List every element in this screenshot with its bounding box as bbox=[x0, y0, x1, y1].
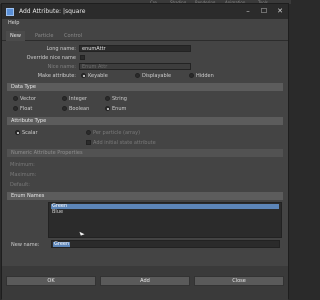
button-bar: OK Add Close bbox=[2, 266, 288, 300]
enum-names-section[interactable]: Enum Names bbox=[7, 192, 283, 200]
per-particle-label: Per particle (array) bbox=[93, 130, 141, 136]
scalar-radio[interactable] bbox=[15, 130, 20, 135]
float-radio[interactable] bbox=[13, 106, 18, 111]
enum-list-item[interactable]: Blue bbox=[51, 210, 279, 215]
menu-bar: Help bbox=[2, 19, 288, 28]
data-type-section[interactable]: Data Type bbox=[7, 83, 283, 91]
displayable-label: Displayable bbox=[142, 73, 172, 79]
keyable-label: Keyable bbox=[88, 73, 108, 79]
title-bar[interactable]: Add Attribute: |square – ☐ ✕ bbox=[2, 4, 288, 19]
long-name-field[interactable]: enumAttr bbox=[79, 45, 191, 52]
boolean-radio[interactable] bbox=[62, 106, 67, 111]
tab-particle[interactable]: Particle bbox=[35, 31, 53, 41]
vector-label: Vector bbox=[20, 96, 36, 102]
make-attribute-label: Make attribute: bbox=[37, 73, 76, 79]
add-attribute-dialog: Add Attribute: |square – ☐ ✕ Help New Pa… bbox=[1, 3, 289, 300]
menu-help[interactable]: Help bbox=[8, 20, 19, 26]
nice-name-field[interactable]: Enum Attr bbox=[79, 63, 191, 70]
float-label: Float bbox=[20, 106, 33, 112]
default-label: Default: bbox=[10, 182, 30, 188]
close-icon[interactable]: ✕ bbox=[272, 5, 288, 17]
string-radio[interactable] bbox=[105, 96, 110, 101]
displayable-radio[interactable] bbox=[135, 73, 140, 78]
window-title: Add Attribute: |square bbox=[19, 8, 86, 15]
keyable-radio[interactable] bbox=[81, 73, 86, 78]
enum-list-item[interactable]: Green bbox=[51, 204, 279, 209]
add-initial-state-label: Add initial state attribute bbox=[93, 140, 156, 146]
string-label: String bbox=[112, 96, 127, 102]
new-name-field[interactable]: Green bbox=[51, 240, 280, 248]
ok-button[interactable]: OK bbox=[6, 276, 96, 286]
tab-bar: New Particle Control bbox=[2, 31, 288, 41]
numeric-properties-section[interactable]: Numeric Attribute Properties bbox=[7, 149, 283, 157]
scalar-label: Scalar bbox=[22, 130, 38, 136]
close-button[interactable]: Close bbox=[194, 276, 284, 286]
new-name-value: Green bbox=[53, 241, 71, 247]
tab-control[interactable]: Control bbox=[64, 31, 82, 41]
new-name-label: New name: bbox=[11, 242, 40, 248]
override-nice-name-checkbox[interactable] bbox=[80, 55, 85, 60]
add-button[interactable]: Add bbox=[100, 276, 190, 286]
integer-label: Integer bbox=[69, 96, 87, 102]
boolean-label: Boolean bbox=[69, 106, 90, 112]
attribute-type-section[interactable]: Attribute Type bbox=[7, 117, 283, 125]
integer-radio[interactable] bbox=[62, 96, 67, 101]
maximize-icon[interactable]: ☐ bbox=[256, 5, 272, 17]
per-particle-radio[interactable] bbox=[86, 130, 91, 135]
long-name-label: Long name: bbox=[46, 46, 76, 52]
minimize-icon[interactable]: – bbox=[240, 5, 256, 17]
minimum-label: Minimum: bbox=[10, 162, 35, 168]
maximum-label: Maximum: bbox=[10, 172, 37, 178]
enum-label: Enum bbox=[112, 106, 127, 112]
app-icon bbox=[6, 7, 14, 16]
override-nice-name-label: Override nice name bbox=[26, 55, 76, 61]
tab-new[interactable]: New bbox=[6, 31, 25, 41]
add-initial-state-checkbox[interactable] bbox=[86, 140, 91, 145]
vector-radio[interactable] bbox=[13, 96, 18, 101]
hidden-label: Hidden bbox=[196, 73, 214, 79]
enum-radio[interactable] bbox=[105, 106, 110, 111]
hidden-radio[interactable] bbox=[189, 73, 194, 78]
nice-name-label: Nice name: bbox=[47, 64, 76, 70]
